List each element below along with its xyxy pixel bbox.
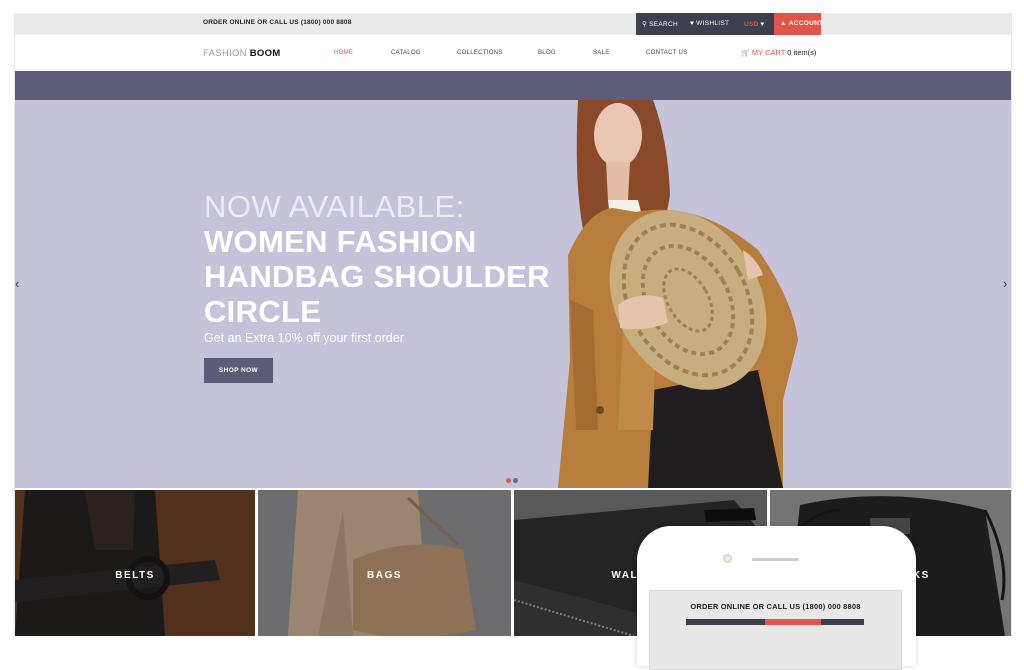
prev-slide-arrow[interactable]: ‹	[15, 276, 19, 291]
account-label: ACCOUNT	[788, 20, 824, 27]
phone-tools-bar	[686, 619, 864, 625]
slider-dots	[506, 470, 520, 488]
nav-item-catalog[interactable]: CATALOG	[391, 50, 421, 56]
nav-item-collections[interactable]: COLLECTIONS	[457, 50, 503, 56]
currency-select[interactable]: USD ▾	[744, 20, 766, 28]
cart-icon: 🛒	[741, 50, 750, 57]
cart-label: MY CART	[751, 48, 786, 57]
hero-headline-2: HANDBAG SHOULDER	[204, 259, 550, 294]
belts-image	[15, 490, 255, 636]
nav-item-sale[interactable]: SALE	[593, 50, 610, 56]
category-label-bags: BAGS	[367, 570, 402, 581]
next-slide-arrow[interactable]: ›	[1003, 276, 1007, 291]
shop-now-button[interactable]: SHOP NOW	[204, 358, 273, 383]
phone-speaker	[752, 558, 799, 561]
promo-band	[15, 71, 1011, 100]
hero-headline-1: WOMEN FASHION	[204, 224, 477, 259]
wishlist-label: WISHLIST	[696, 20, 730, 27]
nav-item-home[interactable]: HOME	[334, 50, 353, 56]
phone-tools-accent	[765, 619, 821, 625]
phone-screen: ORDER ONLINE OR CALL US (1800) 000 8808	[649, 590, 902, 670]
account-button[interactable]: ▲ ACCOUNT	[780, 20, 823, 27]
search-label: SEARCH	[649, 21, 678, 28]
main-nav: FASHION BOOM HOME CATALOG COLLECTIONS BL…	[15, 35, 1011, 71]
search-button[interactable]: ⚲ SEARCH	[642, 20, 678, 28]
nav-item-contact[interactable]: CONTACT US	[646, 50, 687, 56]
hero-headline-3: CIRCLE	[204, 294, 322, 329]
cart-count: 0 item(s)	[787, 48, 817, 57]
currency-label: USD	[744, 21, 759, 28]
category-tile-belts[interactable]: BELTS	[15, 490, 255, 636]
category-label-belts: BELTS	[115, 570, 155, 581]
wishlist-button[interactable]: ♥ WISHLIST	[690, 20, 729, 27]
slider-dot-1[interactable]	[506, 478, 511, 483]
hero-headline-light: NOW AVAILABLE:	[204, 189, 465, 224]
logo-bold-text: BOOM	[249, 48, 281, 59]
heart-icon: ♥	[690, 20, 695, 27]
cart-link[interactable]: 🛒 MY CART 0 item(s)	[741, 48, 816, 57]
phone-order-text: ORDER ONLINE OR CALL US (1800) 000 8808	[690, 602, 861, 611]
order-phone-text: ORDER ONLINE OR CALL US (1800) 000 8808	[203, 19, 352, 26]
nav-item-blog[interactable]: BLOG	[538, 50, 556, 56]
phone-mockup: ORDER ONLINE OR CALL US (1800) 000 8808	[637, 526, 916, 670]
bags-image	[258, 490, 511, 636]
logo-light-text: FASHION	[203, 48, 247, 59]
hero-slider: NOW AVAILABLE: WOMEN FASHION HANDBAG SHO…	[15, 100, 1011, 488]
phone-camera	[723, 554, 732, 563]
slider-dot-2[interactable]	[513, 478, 518, 483]
hero-model-image	[558, 100, 798, 488]
category-tile-bags[interactable]: BAGS	[258, 490, 511, 636]
site-logo[interactable]: FASHION BOOM	[203, 48, 281, 59]
hero-subtitle: Get an Extra 10% off your first order	[204, 331, 404, 345]
search-icon: ⚲	[642, 21, 648, 28]
chevron-down-icon: ▾	[760, 21, 765, 28]
user-icon: ▲	[780, 20, 787, 27]
top-bar: ORDER ONLINE OR CALL US (1800) 000 8808 …	[15, 13, 1011, 35]
